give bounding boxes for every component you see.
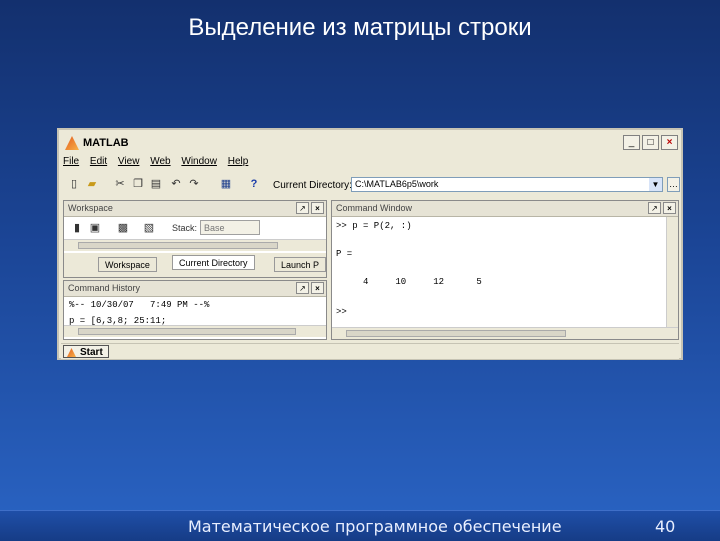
- redo-icon[interactable]: ↷: [187, 177, 201, 191]
- menu-help[interactable]: Help: [228, 156, 249, 167]
- import-icon[interactable]: ▩: [116, 221, 130, 235]
- cut-icon[interactable]: ✂: [113, 177, 127, 191]
- delete-icon[interactable]: ▧: [142, 221, 156, 235]
- status-bar: Start: [61, 343, 679, 359]
- workspace-toolbar: ▮ ▣ ▩ ▧ Stack: Base: [66, 219, 326, 237]
- menu-window[interactable]: Window: [181, 156, 217, 167]
- tab-launch-pad[interactable]: Launch P: [274, 257, 326, 272]
- command-history-pane: Command History ↗ × %-- 10/30/07 7:49 PM…: [63, 280, 327, 340]
- command-vscroll[interactable]: [666, 217, 678, 329]
- history-hscroll[interactable]: [64, 325, 326, 337]
- menu-file[interactable]: File: [63, 156, 79, 167]
- command-history-header: Command History: [64, 281, 326, 297]
- current-directory-input[interactable]: C:\MATLAB6p5\work: [351, 177, 663, 192]
- footer-text: Математическое программное обеспечение: [188, 517, 562, 536]
- paste-icon[interactable]: ▤: [149, 177, 163, 191]
- tab-workspace[interactable]: Workspace: [98, 257, 157, 272]
- scroll-thumb[interactable]: [78, 242, 278, 249]
- close-button[interactable]: ×: [661, 135, 678, 150]
- workspace-tab-strip: Workspace Current Directory Launch P: [64, 253, 326, 277]
- undock-icon[interactable]: ↗: [296, 202, 309, 214]
- current-directory-label: Current Directory:: [273, 180, 352, 191]
- menu-bar: File Edit View Web Window Help: [63, 156, 256, 170]
- undock-icon[interactable]: ↗: [648, 202, 661, 214]
- history-line[interactable]: %-- 10/30/07 7:49 PM --%: [69, 300, 209, 310]
- simulink-icon[interactable]: ▦: [219, 177, 233, 191]
- command-line: P =: [336, 249, 353, 259]
- command-window-header: Command Window: [332, 201, 678, 217]
- app-title: MATLAB: [83, 137, 129, 149]
- save-icon[interactable]: ▣: [88, 221, 102, 235]
- workspace-header: Workspace: [64, 201, 326, 217]
- scroll-thumb[interactable]: [78, 328, 296, 335]
- close-icon[interactable]: ×: [311, 282, 324, 294]
- main-toolbar: ▯ ▰ ✂ ❐ ▤ ↶ ↷ ▦ ? Current Directory: C:\…: [61, 174, 680, 196]
- browse-button[interactable]: …: [667, 177, 680, 192]
- menu-view[interactable]: View: [118, 156, 140, 167]
- start-button[interactable]: Start: [63, 345, 109, 358]
- copy-icon[interactable]: ❐: [131, 177, 145, 191]
- title-bar: MATLAB _ □ ×: [61, 132, 679, 154]
- minimize-button[interactable]: _: [623, 135, 640, 150]
- command-window-pane: Command Window ↗ × >> p = P(2, :) P = 4 …: [331, 200, 679, 340]
- close-icon[interactable]: ×: [311, 202, 324, 214]
- command-line: 4 10 12 5: [336, 277, 482, 287]
- new-variable-icon[interactable]: ▮: [70, 221, 84, 235]
- command-line: >> p = P(2, :): [336, 221, 412, 231]
- slide-footer: Математическое программное обеспечение 4…: [0, 510, 720, 541]
- menu-edit[interactable]: Edit: [90, 156, 107, 167]
- undock-icon[interactable]: ↗: [296, 282, 309, 294]
- matlab-logo-icon: [65, 136, 79, 150]
- stack-select[interactable]: Base: [200, 220, 260, 235]
- command-prompt[interactable]: >>: [336, 307, 347, 317]
- undo-icon[interactable]: ↶: [169, 177, 183, 191]
- menu-web[interactable]: Web: [150, 156, 170, 167]
- matlab-start-icon: [67, 348, 76, 357]
- workspace-hscroll[interactable]: [64, 239, 326, 251]
- start-label: Start: [80, 347, 103, 358]
- new-file-icon[interactable]: ▯: [67, 177, 81, 191]
- slide-title: Выделение из матрицы строки: [188, 14, 532, 41]
- matlab-window: MATLAB _ □ × File Edit View Web Window H…: [57, 128, 683, 360]
- chevron-down-icon[interactable]: ▼: [649, 178, 662, 191]
- maximize-button[interactable]: □: [642, 135, 659, 150]
- open-folder-icon[interactable]: ▰: [85, 177, 99, 191]
- workspace-pane: Workspace ↗ × ▮ ▣ ▩ ▧ Stack: Base Worksp…: [63, 200, 327, 278]
- scroll-thumb[interactable]: [346, 330, 566, 337]
- stack-label: Stack:: [172, 223, 198, 233]
- tab-current-directory[interactable]: Current Directory: [172, 255, 255, 270]
- page-number: 40: [655, 517, 676, 536]
- command-hscroll[interactable]: [332, 327, 678, 339]
- close-icon[interactable]: ×: [663, 202, 676, 214]
- help-icon[interactable]: ?: [247, 177, 261, 191]
